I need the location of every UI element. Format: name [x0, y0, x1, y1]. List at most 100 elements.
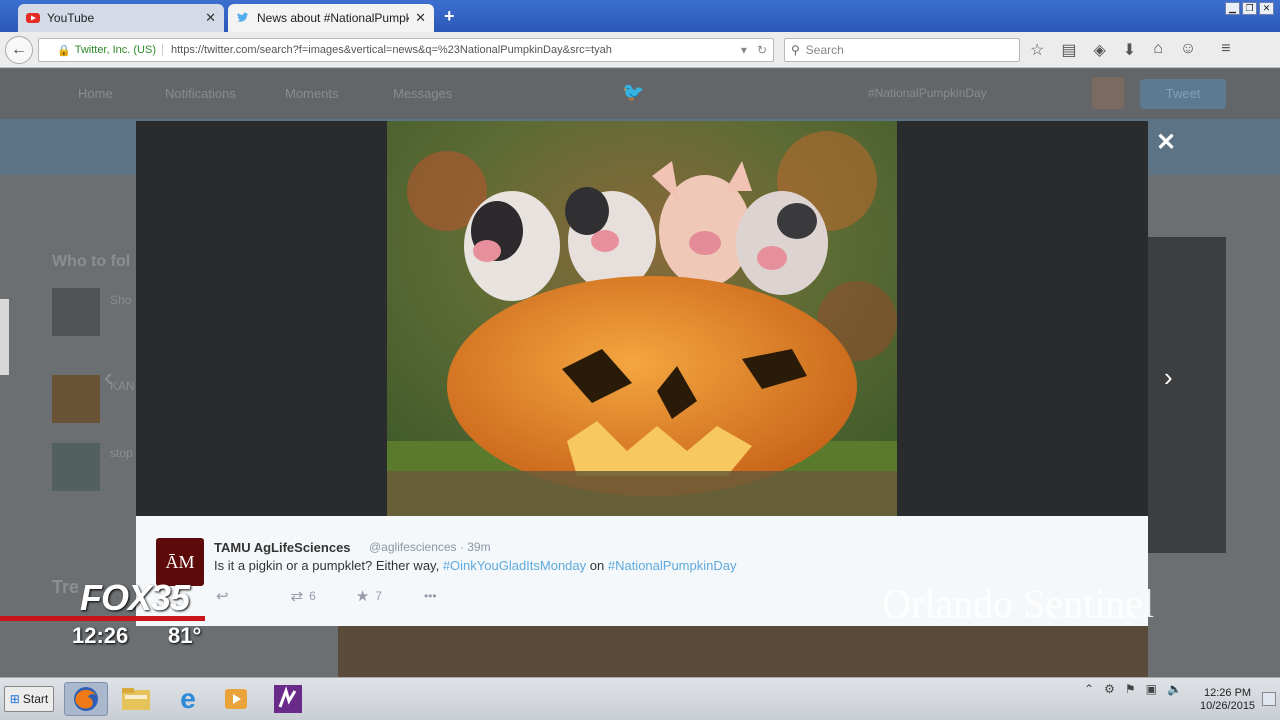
toolbar-icons: ☆ ▤ ◈ ⬇ ⌂ ☺ ≡ [1030, 40, 1231, 60]
back-button[interactable]: ← [5, 36, 33, 64]
channel-logo: FOX35 [80, 577, 190, 618]
side-image [1148, 237, 1226, 553]
app-taskbar-icon[interactable] [266, 682, 310, 716]
who-to-follow-heading: Who to fol [52, 253, 131, 270]
tab-youtube[interactable]: YouTube ✕ [18, 4, 224, 32]
navigation-bar: ← 🔒 Twitter, Inc. (US) https://twitter.c… [0, 32, 1280, 68]
file-explorer-taskbar-icon[interactable] [114, 682, 158, 716]
tweet-actions: ↩ ⇄ 6 ★ 7 ••• [216, 587, 437, 605]
media-player-taskbar-icon[interactable] [214, 682, 258, 716]
suggestion-name[interactable]: stop [110, 446, 133, 460]
window-controls: ▁ ❐ ✕ [1225, 2, 1274, 15]
search-placeholder: Search [805, 43, 844, 57]
show-desktop-button[interactable] [1262, 692, 1276, 706]
bookmark-star-icon[interactable]: ☆ [1030, 40, 1044, 60]
network-icon[interactable]: ⚙ [1104, 682, 1115, 696]
lock-icon: 🔒 [57, 44, 71, 57]
tab-label: YouTube [47, 11, 95, 25]
url-bar[interactable]: 🔒 Twitter, Inc. (US) https://twitter.com… [38, 38, 774, 62]
broadcast-time: 12:26 [72, 623, 129, 648]
nav-moments[interactable]: Moments [285, 86, 338, 101]
suggestion-avatar[interactable] [52, 443, 100, 491]
system-clock[interactable]: 12:26 PM 10/26/2015 [1200, 687, 1255, 713]
close-lightbox-button[interactable]: ✕ [1156, 128, 1176, 157]
windows-logo-icon: ⊞ [9, 692, 20, 706]
folder-icon [122, 688, 150, 710]
internet-explorer-taskbar-icon[interactable]: e [166, 682, 210, 716]
close-tab-icon[interactable]: ✕ [205, 10, 216, 26]
background-image-strip [338, 625, 1148, 677]
tab-label: News about #NationalPumpkinDay [257, 11, 410, 25]
download-icon[interactable]: ⬇ [1123, 40, 1136, 60]
chat-icon[interactable]: ☺ [1180, 40, 1196, 60]
action-center-icon[interactable]: ⚑ [1125, 682, 1136, 696]
nav-home[interactable]: Home [78, 86, 113, 101]
avatar[interactable] [1092, 77, 1124, 109]
like-star-icon[interactable]: ★ [356, 587, 369, 605]
tweet-text: Is it a pigkin or a pumpklet? Either way… [214, 558, 736, 573]
chevron-down-icon[interactable]: ▾ [741, 43, 747, 57]
like-count: 7 [375, 589, 382, 603]
suggestion-name[interactable]: KAN [110, 379, 135, 393]
handle-text[interactable]: @aglifesciences [369, 540, 457, 554]
site-identity[interactable]: Twitter, Inc. (US) [75, 44, 163, 56]
tab-twitter-search[interactable]: News about #NationalPumpkinDay ✕ [228, 4, 434, 32]
tweet-button[interactable]: Tweet [1140, 79, 1226, 109]
pumpkin-pigs-photo[interactable] [387, 121, 897, 516]
firefox-icon [74, 687, 98, 711]
volume-icon[interactable]: 🔈 [1167, 682, 1182, 696]
search-icon: ⚲ [791, 43, 800, 57]
close-tab-icon[interactable]: ✕ [415, 10, 426, 26]
scroll-handle[interactable] [0, 299, 9, 375]
suggestion-name[interactable]: Sho [110, 293, 131, 307]
reload-icon[interactable]: ↻ [757, 43, 767, 57]
ie-icon: e [180, 683, 196, 714]
clock-date: 10/26/2015 [1200, 700, 1256, 712]
broadcast-temperature: 81° [168, 623, 202, 648]
trends-heading: Tre [52, 577, 80, 597]
start-button[interactable]: ⊞ Start [4, 686, 54, 712]
hashtag-link[interactable]: #OinkYouGladItsMonday [443, 558, 586, 573]
twitter-nav: Home Notifications Moments Messages 🐦 #N… [0, 69, 1280, 119]
tweet-body-on: on [586, 558, 608, 573]
twitter-search-field[interactable]: #NationalPumpkinDay [868, 86, 987, 100]
restore-icon[interactable]: ❐ [1242, 2, 1257, 15]
tweet-time[interactable]: · 39m [460, 540, 491, 554]
retweet-count: 6 [309, 589, 316, 603]
nav-messages[interactable]: Messages [393, 86, 452, 101]
next-image-icon[interactable]: › [1164, 362, 1173, 393]
clock-time: 12:26 PM [1203, 687, 1252, 699]
reply-icon[interactable]: ↩ [216, 587, 229, 605]
close-window-icon[interactable]: ✕ [1259, 2, 1274, 15]
menu-icon[interactable]: ≡ [1221, 40, 1230, 60]
more-options-icon[interactable]: ••• [424, 589, 437, 603]
tweet-body: Is it a pigkin or a pumpklet? Either way… [214, 558, 443, 573]
suggestion-avatar[interactable] [52, 288, 100, 336]
nav-notifications[interactable]: Notifications [165, 86, 236, 101]
pocket-icon[interactable]: ◈ [1093, 40, 1105, 60]
purple-app-icon [274, 685, 302, 713]
suggestion-avatar[interactable] [52, 375, 100, 423]
watermark: Orlando Sentinel [882, 581, 1155, 626]
start-label: Start [22, 692, 49, 706]
media-player-icon [225, 689, 247, 709]
retweet-icon[interactable]: ⇄ [291, 587, 304, 605]
twitter-bird-icon [237, 12, 249, 22]
home-icon[interactable]: ⌂ [1153, 40, 1163, 60]
minimize-icon[interactable]: ▁ [1225, 2, 1240, 15]
new-tab-button[interactable]: + [444, 6, 455, 27]
tweet-author-name[interactable]: TAMU AgLifeSciences [214, 540, 351, 555]
hashtag-link[interactable]: #NationalPumpkinDay [608, 558, 737, 573]
url-text[interactable]: https://twitter.com/search?f=images&vert… [171, 44, 731, 56]
title-bar: YouTube ✕ News about #NationalPumpkinDay… [0, 0, 1280, 32]
channel-bar [0, 616, 205, 621]
show-hidden-icons-icon[interactable]: ⌃ [1084, 682, 1094, 696]
tweet-author-handle[interactable]: @aglifesciences · 39m [369, 540, 491, 554]
browser-search-input[interactable]: ⚲ Search [784, 38, 1020, 62]
taskbar: ⊞ Start e ⌃ ⚙ ⚑ ▣ 🔈 12:26 PM 10/26/2015 [0, 677, 1280, 720]
display-icon[interactable]: ▣ [1146, 682, 1157, 696]
reading-list-icon[interactable]: ▤ [1061, 40, 1076, 60]
twitter-logo-icon: 🐦 [622, 82, 645, 102]
previous-image-icon[interactable]: ‹ [104, 362, 113, 393]
firefox-taskbar-icon[interactable] [64, 682, 108, 716]
